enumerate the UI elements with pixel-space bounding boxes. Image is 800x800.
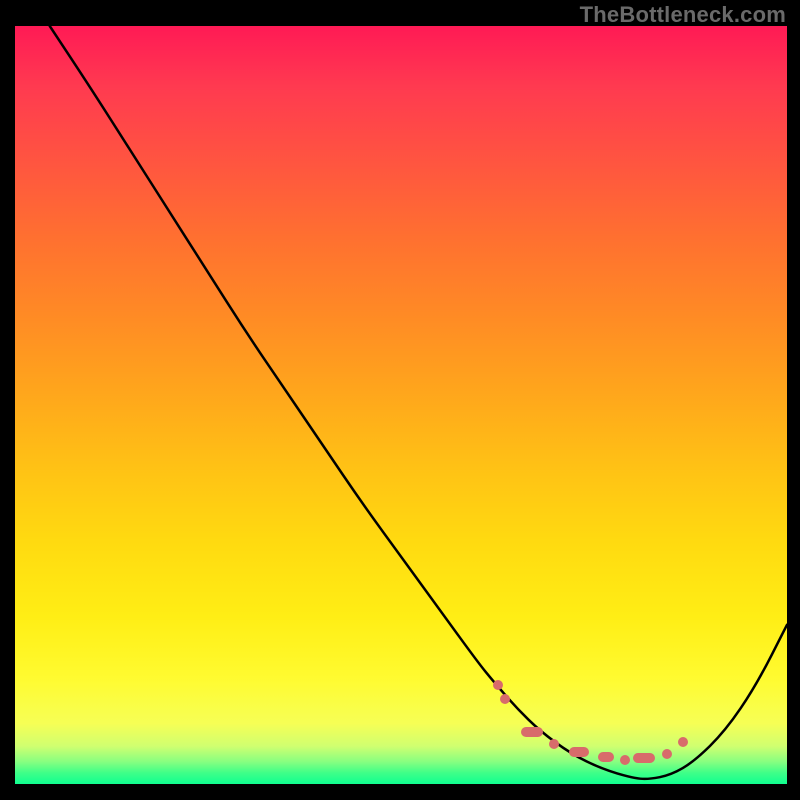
curve-marker	[521, 727, 543, 737]
watermark-text: TheBottleneck.com	[580, 2, 786, 28]
curve-marker	[493, 680, 503, 690]
curve-marker	[620, 755, 630, 765]
curve-marker	[569, 747, 589, 757]
curve-marker	[678, 737, 688, 747]
plot-area	[15, 26, 787, 784]
chart-container: TheBottleneck.com	[0, 0, 800, 800]
curve-marker	[633, 753, 655, 763]
curve-marker	[662, 749, 672, 759]
curve-svg	[15, 26, 787, 784]
curve-marker	[549, 739, 559, 749]
curve-marker	[598, 752, 614, 762]
curve-marker	[500, 694, 510, 704]
curve-path	[50, 26, 787, 779]
